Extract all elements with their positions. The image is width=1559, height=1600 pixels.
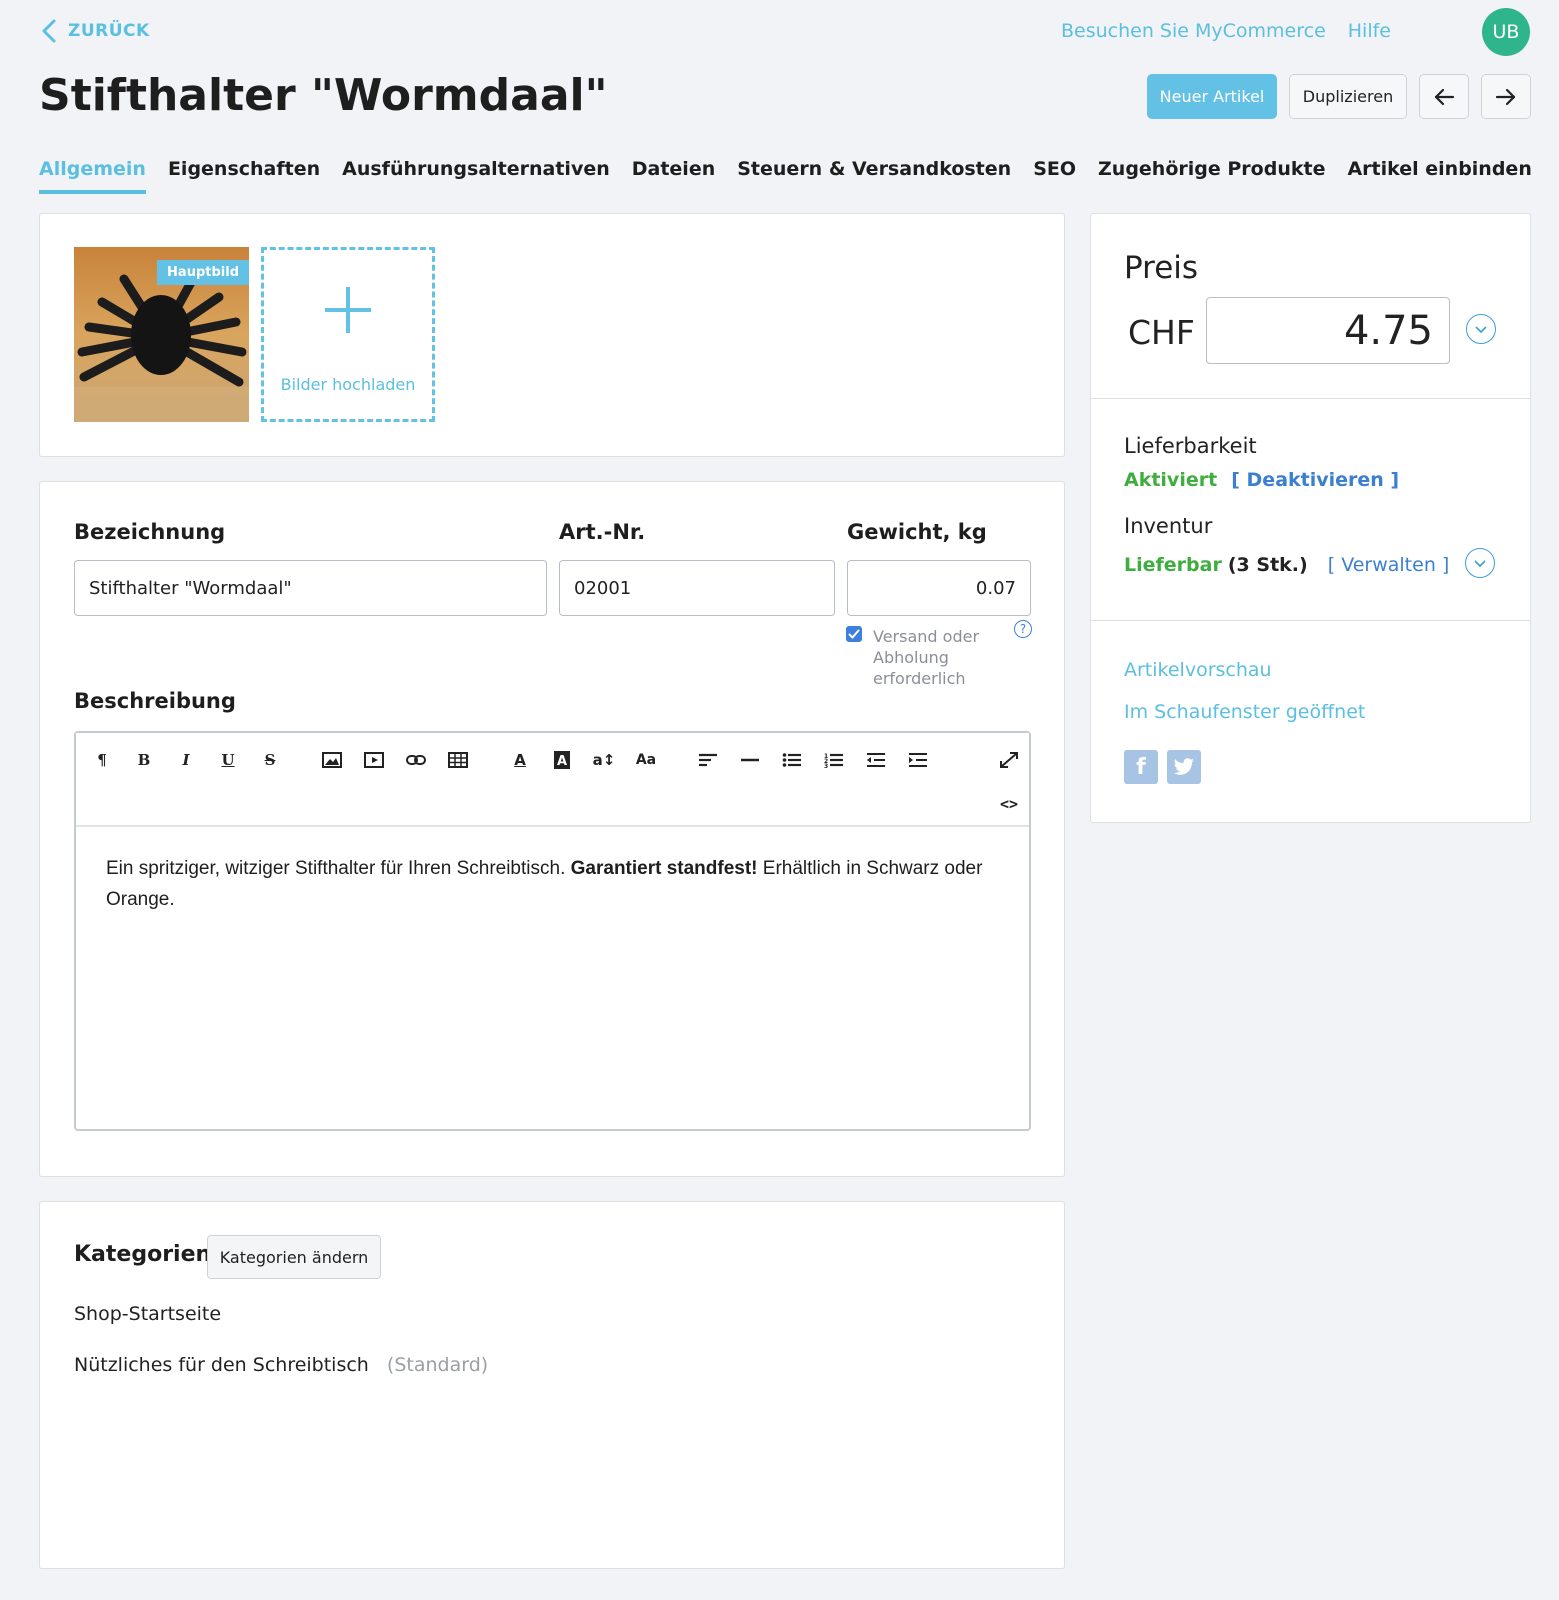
manage-inventory-link[interactable]: [ Verwalten ]: [1328, 554, 1450, 576]
previous-button[interactable]: [1419, 74, 1469, 119]
avatar[interactable]: UB: [1482, 8, 1530, 56]
main-product-image[interactable]: Hauptbild: [74, 247, 249, 422]
sidebar-divider: [1091, 398, 1530, 399]
name-input[interactable]: Stifthalter "Wormdaal": [74, 560, 547, 616]
chevron-left-icon: [42, 19, 56, 43]
checkmark-icon: [848, 629, 860, 639]
tab-artikel-einbinden[interactable]: Artikel einbinden: [1347, 158, 1531, 194]
change-categories-button[interactable]: Kategorien ändern: [207, 1235, 381, 1279]
inventory-row: Lieferbar (3 Stk.) [ Verwalten ]: [1124, 554, 1449, 576]
sku-label: Art.-Nr.: [559, 520, 646, 544]
numbered-list-icon[interactable]: 123: [821, 749, 847, 771]
inventory-count: (3 Stk.): [1227, 554, 1308, 576]
fullscreen-icon[interactable]: [996, 749, 1022, 771]
weight-input[interactable]: 0.07: [847, 560, 1031, 616]
inventory-label: Inventur: [1124, 514, 1213, 538]
plus-icon: [325, 287, 371, 333]
weight-label: Gewicht, kg: [847, 520, 987, 544]
next-button[interactable]: [1481, 74, 1531, 119]
tab-seo[interactable]: SEO: [1033, 158, 1076, 194]
availability-label: Lieferbarkeit: [1124, 434, 1257, 458]
upload-images-dropzone[interactable]: Bilder hochladen: [261, 247, 435, 422]
shipping-required-checkbox[interactable]: [846, 626, 862, 642]
currency-label: CHF: [1128, 313, 1195, 352]
inventory-options-toggle[interactable]: [1465, 548, 1495, 578]
tab-bar: Allgemein Eigenschaften Ausführungsalter…: [39, 158, 1532, 194]
background-color-icon[interactable]: A: [549, 749, 575, 771]
font-family-icon[interactable]: Aa: [633, 749, 659, 771]
category-item[interactable]: Shop-Startseite: [74, 1303, 221, 1325]
italic-icon[interactable]: I: [173, 749, 199, 771]
strikethrough-icon[interactable]: S: [257, 749, 283, 771]
category-name[interactable]: Nützliches für den Schreibtisch: [74, 1354, 369, 1376]
svg-text:A: A: [557, 754, 567, 769]
outdent-icon[interactable]: [863, 749, 889, 771]
availability-row: Aktiviert [ Deaktivieren ]: [1124, 469, 1399, 491]
category-item: Nützliches für den Schreibtisch (Standar…: [74, 1354, 488, 1376]
tab-eigenschaften[interactable]: Eigenschaften: [168, 158, 320, 194]
availability-status: Aktiviert: [1124, 469, 1218, 491]
paragraph-icon[interactable]: ¶: [89, 749, 115, 771]
indent-icon[interactable]: [905, 749, 931, 771]
category-default-note: (Standard): [386, 1354, 489, 1376]
inventory-status: Lieferbar: [1124, 554, 1222, 576]
name-label: Bezeichnung: [74, 520, 226, 544]
description-label: Beschreibung: [74, 689, 236, 713]
link-icon[interactable]: [403, 749, 429, 771]
categories-title: Kategorien: [74, 1242, 212, 1267]
tab-zugehoerige-produkte[interactable]: Zugehörige Produkte: [1098, 158, 1325, 194]
svg-text:3: 3: [824, 763, 828, 769]
align-left-icon[interactable]: [695, 749, 721, 771]
back-label: ZURÜCK: [68, 21, 150, 41]
help-icon[interactable]: ?: [1014, 620, 1032, 638]
open-in-storefront-link[interactable]: Im Schaufenster geöffnet: [1124, 701, 1365, 723]
text-color-icon[interactable]: A: [507, 749, 533, 771]
arrow-right-icon: [1495, 88, 1516, 105]
new-article-button[interactable]: Neuer Artikel: [1147, 74, 1277, 119]
article-preview-link[interactable]: Artikelvorschau: [1124, 659, 1272, 681]
price-options-toggle[interactable]: [1466, 314, 1496, 344]
image-icon[interactable]: [319, 749, 345, 771]
tab-ausfuehrungsalternativen[interactable]: Ausführungsalternativen: [342, 158, 610, 194]
deactivate-link[interactable]: [ Deaktivieren ]: [1231, 469, 1399, 491]
editor-toolbar: ¶ B I U S A A a↕ Aa 123 <>: [76, 733, 1029, 827]
help-link[interactable]: Hilfe: [1348, 20, 1391, 42]
tab-steuern-versandkosten[interactable]: Steuern & Versandkosten: [737, 158, 1011, 194]
bold-icon[interactable]: B: [131, 749, 157, 771]
description-text-bold: Garantiert standfest!: [570, 858, 758, 879]
tab-allgemein[interactable]: Allgemein: [39, 158, 146, 194]
chevron-down-icon: [1475, 326, 1487, 334]
description-content[interactable]: Ein spritziger, witziger Stifthalter für…: [106, 853, 1006, 915]
underline-icon[interactable]: U: [215, 749, 241, 771]
price-input[interactable]: 4.75: [1206, 297, 1450, 364]
price-title: Preis: [1124, 250, 1199, 286]
font-size-icon[interactable]: a↕: [591, 749, 617, 771]
arrow-left-icon: [1434, 88, 1455, 105]
facebook-icon[interactable]: f: [1124, 750, 1158, 784]
visit-mycommerce-link[interactable]: Besuchen Sie MyCommerce: [1061, 20, 1326, 42]
page-title: Stifthalter "Wormdaal": [39, 70, 608, 121]
code-view-icon[interactable]: <>: [996, 793, 1022, 815]
table-icon[interactable]: [445, 749, 471, 771]
duplicate-button[interactable]: Duplizieren: [1289, 74, 1407, 119]
shipping-required-label: Versand oder Abholung erforderlich: [873, 627, 980, 688]
upload-label: Bilder hochladen: [280, 375, 416, 394]
sidebar-divider: [1091, 620, 1530, 621]
chevron-down-icon: [1474, 560, 1486, 568]
main-image-badge: Hauptbild: [157, 260, 249, 285]
video-icon[interactable]: [361, 749, 387, 771]
top-links: Besuchen Sie MyCommerce Hilfe: [1061, 20, 1391, 42]
back-link[interactable]: ZURÜCK: [40, 18, 150, 44]
tab-dateien[interactable]: Dateien: [632, 158, 716, 194]
description-editor: ¶ B I U S A A a↕ Aa 123 <> Ein spritzige…: [74, 731, 1031, 1131]
horizontal-rule-icon[interactable]: [737, 749, 763, 771]
description-text-1: Ein spritziger, witziger Stifthalter für…: [106, 858, 571, 879]
twitter-icon[interactable]: [1167, 750, 1201, 784]
bullet-list-icon[interactable]: [779, 749, 805, 771]
sku-input[interactable]: 02001: [559, 560, 835, 616]
